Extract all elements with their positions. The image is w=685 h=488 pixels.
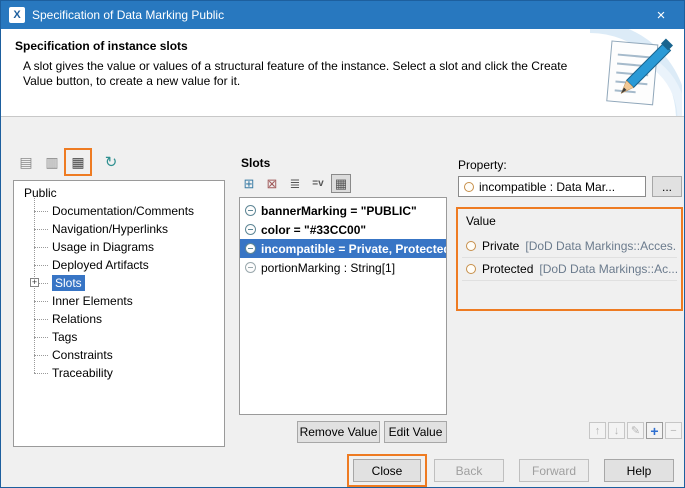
dialog-header: Specification of instance slots A slot g… (1, 29, 684, 117)
slot-icon (245, 205, 256, 216)
slot-item-bannermarking[interactable]: bannerMarking = "PUBLIC" (240, 201, 446, 220)
tree-item-slots[interactable]: + Slots (28, 274, 224, 292)
tree-item-label: Navigation/Hyperlinks (52, 222, 168, 236)
window-close-button[interactable]: × (638, 1, 684, 29)
illustration-svg (552, 29, 682, 116)
value-path: [DoD Data Markings::Ac... (539, 262, 677, 276)
header-title: Specification of instance slots (15, 39, 188, 53)
tree-item-documentation-comments[interactable]: Documentation/Comments (28, 202, 224, 220)
help-button[interactable]: Help (604, 459, 674, 482)
slot-list: bannerMarking = "PUBLIC" color = "#33CC0… (239, 197, 447, 415)
tree-item-label: Relations (52, 312, 102, 326)
browse-button[interactable]: ... (652, 176, 682, 197)
slots-toolbar: ⊞ ⊠ ≣ =v ▦ (239, 174, 351, 193)
back-button[interactable]: Back (434, 459, 504, 482)
slot-property-icon (464, 182, 474, 192)
show-slots-with-values-icon[interactable]: =v (308, 174, 328, 193)
slot-icon (245, 262, 256, 273)
value-section-highlight: Value Private [DoD Data Markings::Acces.… (456, 207, 683, 311)
tree-item-traceability[interactable]: Traceability (28, 364, 224, 382)
remove-value-small-button[interactable]: − (665, 422, 682, 439)
tree-item-label: Documentation/Comments (52, 204, 194, 218)
tree-item-label: Usage in Diagrams (52, 240, 154, 254)
property-value: incompatible : Data Mar... (479, 180, 615, 194)
titlebar[interactable]: X Specification of Data Marking Public × (1, 1, 684, 29)
tree-item-label: Deployed Artifacts (52, 258, 149, 272)
slot-icon (245, 243, 256, 254)
tree-item-inner-elements[interactable]: Inner Elements (28, 292, 224, 310)
enumeration-literal-icon (466, 241, 476, 251)
slot-item-label: incompatible = Private, Protected (261, 242, 446, 256)
tree-item-deployed-artifacts[interactable]: Deployed Artifacts (28, 256, 224, 274)
create-value-icon[interactable]: ⊞ (239, 174, 259, 193)
value-path: [DoD Data Markings::Acces... (525, 239, 677, 253)
tree-item-label-selected: Slots (52, 275, 85, 291)
tree-item-label: Traceability (52, 366, 113, 380)
edit-value-small-button[interactable]: ✎ (627, 422, 644, 439)
inherited-view-icon[interactable]: ▥ (42, 152, 62, 172)
value-item-private[interactable]: Private [DoD Data Markings::Acces... (462, 235, 677, 258)
refresh-icon[interactable]: ↻ (101, 152, 121, 172)
tree-item-relations[interactable]: Relations (28, 310, 224, 328)
value-name: Private (482, 239, 519, 253)
tree-view-icon[interactable]: ▤ (16, 152, 36, 172)
tree-children: Documentation/Comments Navigation/Hyperl… (28, 202, 224, 382)
tree-item-tags[interactable]: Tags (28, 328, 224, 346)
slots-section-title: Slots (241, 156, 270, 170)
slot-item-label: bannerMarking = "PUBLIC" (261, 204, 417, 218)
edit-value-button[interactable]: Edit Value (384, 421, 447, 443)
slot-item-color[interactable]: color = "#33CC00" (240, 220, 446, 239)
tree-item-constraints[interactable]: Constraints (28, 346, 224, 364)
forward-button[interactable]: Forward (519, 459, 589, 482)
magicdraw-app-icon: X (9, 7, 25, 23)
property-field[interactable]: incompatible : Data Mar... (458, 176, 646, 197)
slot-item-portionmarking[interactable]: portionMarking : String[1] (240, 258, 446, 277)
move-up-button[interactable]: ↑ (589, 422, 606, 439)
move-down-button[interactable]: ↓ (608, 422, 625, 439)
tree-item-public[interactable]: Public (20, 184, 224, 202)
window-title: Specification of Data Marking Public (32, 8, 224, 22)
value-section-label: Value (466, 214, 496, 228)
slot-item-label: portionMarking : String[1] (261, 261, 395, 275)
tree-item-usage-in-diagrams[interactable]: Usage in Diagrams (28, 238, 224, 256)
slot-item-incompatible[interactable]: incompatible = Private, Protected (240, 239, 446, 258)
remove-value-button[interactable]: Remove Value (297, 421, 380, 443)
header-description: A slot gives the value or values of a st… (23, 59, 568, 89)
containment-tree: Public Documentation/Comments Navigation… (13, 180, 225, 447)
document-pencil-illustration (552, 29, 682, 116)
value-name: Protected (482, 262, 533, 276)
specification-dialog: X Specification of Data Marking Public ×… (0, 0, 685, 488)
slot-icon (245, 224, 256, 235)
expander-icon[interactable]: + (30, 278, 39, 287)
tree-item-label: Tags (52, 330, 77, 344)
tree-item-navigation-hyperlinks[interactable]: Navigation/Hyperlinks (28, 220, 224, 238)
close-button[interactable]: Close (353, 459, 421, 482)
property-label: Property: (458, 158, 507, 172)
tree-item-label: Inner Elements (52, 294, 133, 308)
grid-view-icon[interactable]: ▦ (331, 174, 351, 193)
tree-item-label: Constraints (52, 348, 113, 362)
standard-expert-mode-icon[interactable]: ▦ (68, 152, 88, 172)
add-value-button[interactable]: + (646, 422, 663, 439)
delete-value-icon[interactable]: ⊠ (262, 174, 282, 193)
value-item-protected[interactable]: Protected [DoD Data Markings::Ac... (462, 258, 677, 281)
collapse-all-icon[interactable]: ≣ (285, 174, 305, 193)
slot-item-label: color = "#33CC00" (261, 223, 366, 237)
enumeration-literal-icon (466, 264, 476, 274)
